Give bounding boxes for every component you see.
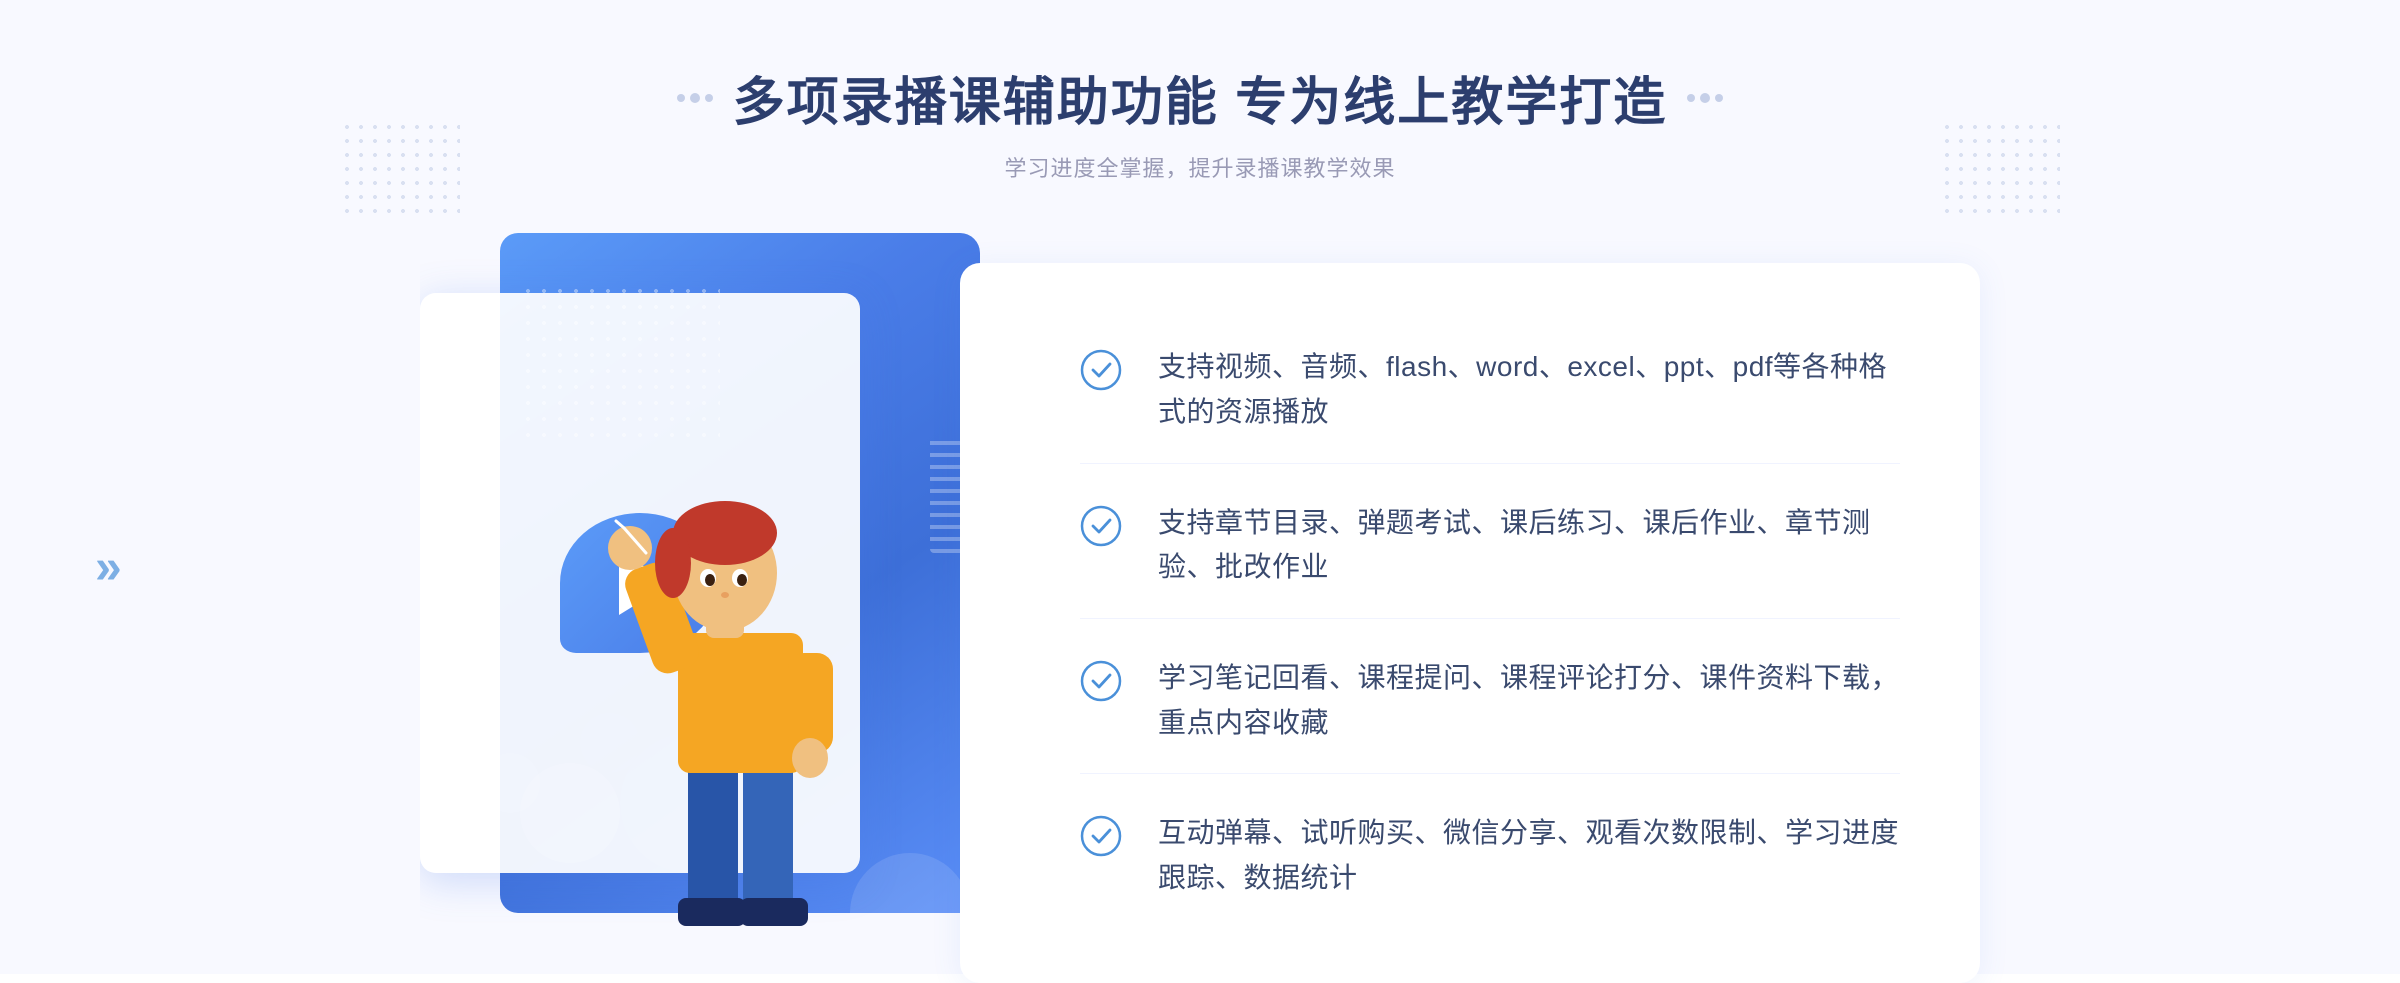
main-content: 支持视频、音频、flash、word、excel、ppt、pdf等各种格式的资源… [420, 233, 1980, 963]
feature-item-1: 支持视频、音频、flash、word、excel、ppt、pdf等各种格式的资源… [1080, 317, 1900, 464]
deco-semicircle [850, 853, 970, 913]
features-panel: 支持视频、音频、flash、word、excel、ppt、pdf等各种格式的资源… [960, 263, 1980, 983]
page-title: 多项录播课辅助功能 专为线上教学打造 [733, 60, 1667, 135]
header-dots-right [1687, 93, 1723, 103]
title-wrapper: 多项录播课辅助功能 专为线上教学打造 [677, 60, 1723, 135]
check-icon-4 [1080, 815, 1122, 857]
dot [690, 93, 700, 103]
dot [677, 94, 685, 102]
dot [705, 94, 713, 102]
feature-item-3: 学习笔记回看、课程提问、课程评论打分、课件资料下载，重点内容收藏 [1080, 628, 1900, 775]
check-icon-2 [1080, 505, 1122, 547]
check-icon-1 [1080, 349, 1122, 391]
decorative-dots-left [340, 120, 460, 220]
page-header: 多项录播课辅助功能 专为线上教学打造 学习进度全掌握，提升录播课教学效果 [677, 60, 1723, 183]
chevron-decoration: » [95, 540, 122, 595]
dot [1700, 93, 1710, 103]
dot [1687, 94, 1695, 102]
feature-text-3: 学习笔记回看、课程提问、课程评论打分、课件资料下载，重点内容收藏 [1158, 656, 1900, 746]
decorative-dots-right [1940, 120, 2060, 220]
feature-text-4: 互动弹幕、试听购买、微信分享、观看次数限制、学习进度跟踪、数据统计 [1158, 811, 1900, 901]
page-wrapper: » 多项录播课辅助功能 专为线上教学打造 学习进度全掌握，提升录播课教学效果 [0, 0, 2400, 974]
feature-item-4: 互动弹幕、试听购买、微信分享、观看次数限制、学习进度跟踪、数据统计 [1080, 783, 1900, 929]
feature-text-1: 支持视频、音频、flash、word、excel、ppt、pdf等各种格式的资源… [1158, 345, 1900, 435]
feature-item-2: 支持章节目录、弹题考试、课后练习、课后作业、章节测验、批改作业 [1080, 473, 1900, 620]
person-illustration [588, 433, 868, 953]
feature-text-2: 支持章节目录、弹题考试、课后练习、课后作业、章节测验、批改作业 [1158, 501, 1900, 591]
check-icon-3 [1080, 660, 1122, 702]
header-dots-left [677, 93, 713, 103]
dot [1715, 94, 1723, 102]
illustration-card [420, 233, 980, 953]
page-subtitle: 学习进度全掌握，提升录播课教学效果 [677, 151, 1723, 183]
